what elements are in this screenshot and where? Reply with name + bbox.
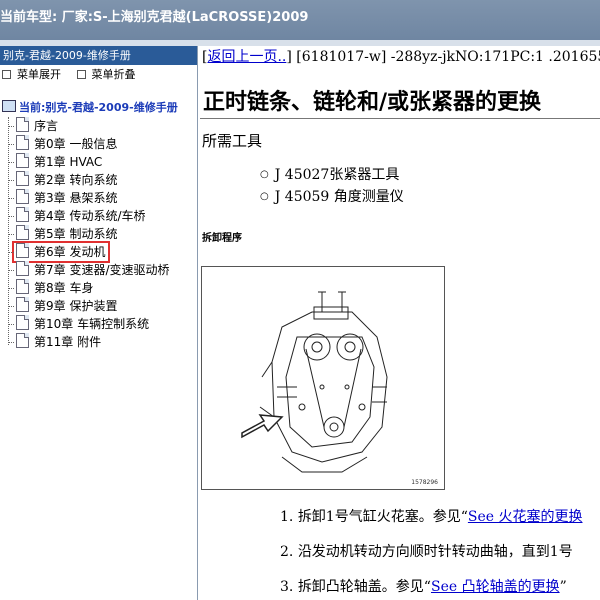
window-title-bar: 当前车型: 厂家:S-上海别克君越(LaCROSSE)2009 <box>0 0 600 40</box>
menu-expand-button[interactable]: 菜单展开 <box>2 65 61 85</box>
spark-plug-link[interactable]: See 火花塞的更换 <box>468 509 583 525</box>
document-icon <box>16 225 29 240</box>
tree-root[interactable]: 当前:别克-君越-2009-维修手册 <box>0 99 197 117</box>
step-item: 3. 拆卸凸轮轴盖。参见“See 凸轮轴盖的更换” <box>280 579 567 595</box>
sidebar-chapter-item[interactable]: 序言 <box>0 117 197 135</box>
sidebar-chapter-item[interactable]: 第4章 传动系统/车桥 <box>0 207 197 225</box>
engine-diagram: 1578296 <box>201 266 445 490</box>
procedure-steps: 1. 拆卸1号气缸火花塞。参见“See 火花塞的更换 2. 沿发动机转动方向顺时… <box>280 506 583 600</box>
tree-connector <box>8 180 14 181</box>
chapter-tree: 当前:别克-君越-2009-维修手册 序言第0章 一般信息 第1章 HVAC 第2章… <box>0 99 197 351</box>
camshaft-cover-link[interactable]: See 凸轮轴盖的更换 <box>431 579 560 595</box>
document-icon <box>16 279 29 294</box>
sidebar-chapter-item[interactable]: 第5章 制动系统 <box>0 225 197 243</box>
chapter-label: 第1章 HVAC <box>34 155 103 169</box>
tree-connector <box>8 216 14 217</box>
step-item: 2. 沿发动机转动方向顺时针转动曲轴，直到1号 <box>280 544 573 560</box>
menu-collapse-button[interactable]: 菜单折叠 <box>76 65 136 85</box>
sidebar-chapter-item[interactable]: 第6章 发动机 <box>0 241 197 263</box>
tree-connector <box>8 144 14 145</box>
chapter-label: 第11章 附件 <box>34 335 102 349</box>
tool-item: J 45027张紧器工具 <box>260 164 404 186</box>
document-icon <box>16 189 29 204</box>
sidebar-chapter-item[interactable]: 第9章 保护装置 <box>0 297 197 315</box>
tool-item: J 45059 角度测量仪 <box>260 186 404 208</box>
document-icon <box>16 333 29 348</box>
chapter-label: 第9章 保护装置 <box>34 299 118 313</box>
document-icon <box>16 297 29 312</box>
item-frame: 第1章 HVAC <box>14 153 105 171</box>
item-frame: 第0章 一般信息 <box>14 135 120 153</box>
tree-connector <box>8 252 14 253</box>
engine-illustration <box>241 291 388 473</box>
tree-connector <box>8 162 14 163</box>
document-icon <box>16 243 29 258</box>
item-frame: 第2章 转向系统 <box>14 171 120 189</box>
tree-connector <box>8 306 14 307</box>
sidebar-chapter-item[interactable]: 第7章 变速器/变速驱动桥 <box>0 261 197 279</box>
document-icon <box>16 153 29 168</box>
figure-code: 1578296 <box>411 479 438 486</box>
item-frame: 第8章 车身 <box>14 279 96 297</box>
sidebar-chapter-item[interactable]: 第11章 附件 <box>0 333 197 351</box>
tree-connector <box>8 198 14 199</box>
chapter-label: 第7章 变速器/变速驱动桥 <box>34 263 170 277</box>
content-pane: [返回上一页..] [6181017-w] -288yz-jkNO:171PC:… <box>200 46 600 600</box>
chapter-label: 第10章 车辆控制系统 <box>34 317 150 331</box>
selected-item-frame: 第6章 发动机 <box>11 241 111 263</box>
document-icon <box>16 207 29 222</box>
tree-connector <box>8 288 14 289</box>
item-frame: 第3章 悬架系统 <box>14 189 120 207</box>
chapter-label: 第8章 车身 <box>34 281 94 295</box>
sidebar-chapter-item[interactable]: 第0章 一般信息 <box>0 135 197 153</box>
item-frame: 序言 <box>14 117 61 135</box>
chapter-label: 第6章 发动机 <box>34 245 106 259</box>
chapter-label: 第5章 制动系统 <box>34 227 118 241</box>
collapse-icon <box>76 70 86 79</box>
sidebar: 别克-君越-2009-维修手册 菜单展开 菜单折叠 当前:别克-君越-2009-… <box>0 46 198 600</box>
item-frame: 第11章 附件 <box>14 333 104 351</box>
item-frame: 第4章 传动系统/车桥 <box>14 207 149 225</box>
tools-list: J 45027张紧器工具 J 45059 角度测量仪 <box>260 164 404 208</box>
window-title: 当前车型: 厂家:S-上海别克君越(LaCROSSE)2009 <box>0 10 309 25</box>
sidebar-chapter-item[interactable]: 第8章 车身 <box>0 279 197 297</box>
sidebar-title: 别克-君越-2009-维修手册 <box>0 46 197 65</box>
tree-connector <box>8 342 14 343</box>
document-icon <box>16 135 29 150</box>
item-frame: 第10章 车辆控制系统 <box>14 315 152 333</box>
document-icon <box>16 315 29 330</box>
chapter-label: 第3章 悬架系统 <box>34 191 118 205</box>
item-frame: 第7章 变速器/变速驱动桥 <box>14 261 173 279</box>
sidebar-chapter-item[interactable]: 第10章 车辆控制系统 <box>0 315 197 333</box>
sidebar-chapter-item[interactable]: 第3章 悬架系统 <box>0 189 197 207</box>
step-item: 1. 拆卸1号气缸火花塞。参见“See 火花塞的更换 <box>280 509 583 525</box>
expand-icon <box>2 70 11 79</box>
sidebar-controls: 菜单展开 菜单折叠 <box>0 65 197 85</box>
sidebar-chapter-item[interactable]: 第1章 HVAC <box>0 153 197 171</box>
chapter-label: 第2章 转向系统 <box>34 173 118 187</box>
document-icon <box>16 117 29 132</box>
tree-connector <box>8 270 14 271</box>
document-icon <box>16 171 29 186</box>
item-frame: 第5章 制动系统 <box>14 225 120 243</box>
computer-icon <box>2 100 16 112</box>
sidebar-chapter-item[interactable]: 第2章 转向系统 <box>0 171 197 189</box>
item-frame: 第9章 保护装置 <box>14 297 120 315</box>
back-link[interactable]: 返回上一页.. <box>207 49 286 65</box>
tree-connector <box>8 324 14 325</box>
chapter-label: 序言 <box>34 119 59 133</box>
procedure-heading: 拆卸程序 <box>202 233 242 244</box>
nav-line: [返回上一页..] [6181017-w] -288yz-jkNO:171PC:… <box>202 46 600 66</box>
title-divider <box>200 118 600 119</box>
document-icon <box>16 261 29 276</box>
chapter-label: 第4章 传动系统/车桥 <box>34 209 146 223</box>
tree-connector <box>8 126 14 127</box>
tree-connector <box>8 234 14 235</box>
page-title: 正时链条、链轮和/或张紧器的更换 <box>203 89 542 115</box>
tools-heading: 所需工具 <box>202 132 263 150</box>
doc-info: [6181017-w] -288yz-jkNO:171PC:1 .2016550 <box>291 49 600 65</box>
chapter-label: 第0章 一般信息 <box>34 137 118 151</box>
